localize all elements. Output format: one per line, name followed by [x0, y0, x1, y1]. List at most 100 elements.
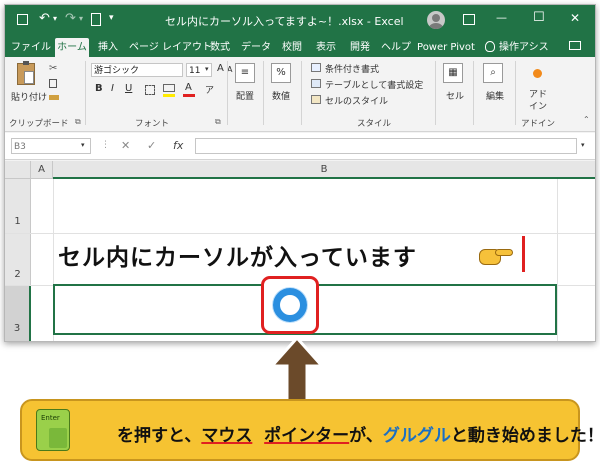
format-as-table-button[interactable]: テーブルとして書式設定 — [325, 78, 423, 91]
text-cursor — [522, 236, 525, 272]
tab-developer[interactable]: 開発 — [347, 38, 373, 57]
font-launcher-icon[interactable]: ⧉ — [215, 117, 221, 127]
addin-button-line2[interactable]: イン — [529, 99, 547, 112]
cells-icon[interactable]: ▦ — [443, 63, 463, 83]
cut-icon[interactable]: ✂ — [49, 63, 57, 74]
fill-color-swatch — [163, 94, 175, 97]
paste-icon[interactable] — [17, 61, 35, 85]
font-name-combo[interactable]: 游ゴシック — [91, 63, 183, 77]
close-button[interactable]: ✕ — [570, 11, 580, 25]
tab-page-layout[interactable]: ページ レイアウト — [129, 38, 212, 57]
column-header-a[interactable]: A — [31, 161, 53, 179]
divider — [263, 61, 264, 125]
print-preview-icon[interactable] — [91, 13, 101, 26]
grow-font-button[interactable]: A — [217, 63, 224, 74]
underline-button[interactable]: U — [125, 83, 132, 94]
row-header-2[interactable]: 2 — [5, 233, 31, 285]
tab-file[interactable]: ファイル — [11, 38, 51, 57]
bold-button[interactable]: B — [95, 83, 103, 94]
tab-help[interactable]: ヘルプ — [381, 38, 411, 57]
divider — [301, 61, 302, 125]
tab-data[interactable]: データ — [241, 38, 271, 57]
tab-home[interactable]: ホーム — [55, 38, 89, 57]
instruction-guru: グルグル — [382, 426, 451, 446]
enter-key-label: Enter — [41, 414, 60, 422]
conditional-format-button[interactable]: 条件付き書式 — [325, 62, 379, 75]
instruction-pointer: ポインター — [264, 426, 350, 446]
formula-bar: B3 ▾ ⋮ ✕ ✓ fx ▾ — [5, 133, 595, 160]
instruction-text: を押すと、マウス ポインターが、グルグルと動き始めました！ — [117, 421, 600, 446]
tab-insert[interactable]: 挿入 — [95, 38, 121, 57]
ribbon-display-options-icon[interactable] — [463, 14, 475, 25]
clipboard-group-label: クリップボード — [9, 119, 69, 129]
expand-formula-bar-icon[interactable]: ▾ — [581, 141, 585, 149]
name-box-dropdown-icon[interactable]: ▾ — [81, 141, 85, 149]
user-avatar-icon[interactable] — [427, 11, 445, 29]
format-painter-icon[interactable] — [49, 95, 59, 100]
save-icon[interactable] — [17, 14, 28, 25]
select-all-corner[interactable] — [5, 161, 31, 179]
number-icon[interactable]: % — [271, 63, 291, 83]
addin-group-label: アドイン — [521, 119, 556, 129]
quick-access-menu-icon[interactable]: ▾ — [109, 13, 114, 23]
row-header-1[interactable]: 1 — [5, 179, 31, 233]
copy-icon[interactable] — [49, 79, 57, 88]
instruction-mouse: マウス — [201, 426, 253, 446]
pointing-hand-icon — [477, 245, 515, 267]
redo-dropdown-icon[interactable]: ▾ — [79, 14, 83, 23]
styles-group-label: スタイル — [357, 119, 392, 129]
name-box[interactable]: B3 — [11, 138, 91, 154]
conditional-format-icon[interactable] — [311, 63, 321, 72]
enter-key-icon: Enter — [36, 409, 70, 451]
tab-review[interactable]: 校閲 — [279, 38, 305, 57]
collapse-ribbon-icon[interactable]: ⌃ — [583, 115, 590, 124]
maximize-button[interactable]: ☐ — [533, 10, 545, 25]
paste-button[interactable]: 貼り付け — [11, 90, 47, 103]
clipboard-launcher-icon[interactable]: ⧉ — [75, 117, 81, 127]
cancel-entry-button[interactable]: ✕ — [121, 139, 130, 152]
border-icon[interactable] — [145, 85, 155, 95]
addin-icon[interactable] — [533, 69, 542, 78]
cell-styles-button[interactable]: セルのスタイル — [325, 94, 388, 107]
title-bar: ↶ ▾ ↷ ▾ ▾ セル内にカーソル入ってますよ~！.xlsx - Excel … — [5, 5, 595, 35]
comments-icon[interactable] — [569, 41, 581, 50]
phonetic-icon[interactable]: ア — [205, 83, 214, 96]
undo-icon[interactable]: ↶ — [39, 11, 50, 26]
confirm-entry-button[interactable]: ✓ — [147, 139, 156, 152]
cell-styles-icon[interactable] — [311, 95, 321, 104]
instruction-part-3: と動き始めました！ — [450, 426, 600, 446]
tab-view[interactable]: 表示 — [313, 38, 339, 57]
formula-input[interactable] — [195, 138, 577, 154]
alignment-icon[interactable]: ≡ — [235, 63, 255, 83]
insert-function-button[interactable]: fx — [173, 139, 183, 152]
editing-button[interactable]: 編集 — [486, 89, 504, 102]
instruction-part-1: を押すと、 — [117, 426, 202, 446]
cells-button[interactable]: セル — [446, 89, 464, 102]
italic-button[interactable]: I — [111, 83, 114, 94]
tell-me-search[interactable]: 操作アシス — [499, 38, 549, 57]
divider — [473, 61, 474, 125]
tab-power-pivot[interactable]: Power Pivot — [417, 38, 475, 57]
instruction-callout: Enter を押すと、マウス ポインターが、グルグルと動き始めました！ — [20, 399, 600, 461]
fill-color-icon[interactable] — [163, 84, 175, 92]
divider — [227, 61, 228, 125]
tab-formulas[interactable]: 数式 — [207, 38, 233, 57]
divider — [435, 61, 436, 125]
lightbulb-icon[interactable] — [485, 41, 495, 52]
formula-bar-options-icon[interactable]: ⋮ — [101, 140, 110, 150]
font-size-dropdown-icon[interactable]: ▾ — [205, 65, 209, 73]
redo-icon[interactable]: ↷ — [65, 11, 76, 26]
instruction-part-2: が、 — [349, 426, 383, 446]
row-header-3[interactable]: 3 — [5, 285, 31, 341]
editing-search-icon[interactable]: ⌕ — [483, 63, 503, 83]
number-button[interactable]: 数値 — [272, 89, 290, 102]
font-color-button[interactable]: A — [185, 82, 192, 93]
divider — [85, 61, 86, 125]
column-header-b[interactable]: B — [53, 161, 595, 179]
alignment-button[interactable]: 配置 — [236, 89, 254, 102]
minimize-button[interactable]: — — [496, 11, 507, 24]
format-table-icon[interactable] — [311, 79, 321, 88]
font-color-swatch — [183, 94, 195, 97]
undo-dropdown-icon[interactable]: ▾ — [53, 14, 57, 23]
ribbon-tabs: ファイル ホーム 挿入 ページ レイアウト 数式 データ 校閲 表示 開発 ヘル… — [5, 35, 595, 57]
